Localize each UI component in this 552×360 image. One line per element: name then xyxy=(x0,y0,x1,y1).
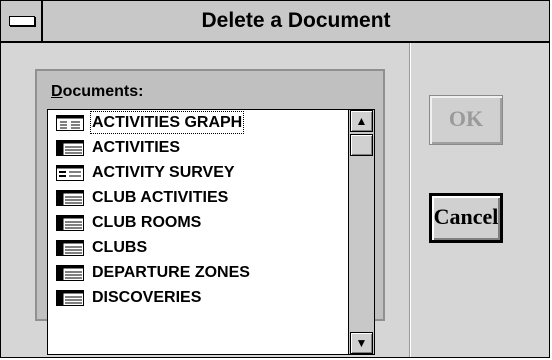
form-document-icon xyxy=(56,165,84,181)
scroll-thumb[interactable] xyxy=(350,134,373,156)
list-item-label: CLUB ACTIVITIES xyxy=(92,189,229,206)
documents-list: ACTIVITIES GRAPH ACTIVITIES ACTIVITY SUR… xyxy=(48,110,346,310)
delete-document-dialog: Delete a Document Documents: ACTIVITIES … xyxy=(0,0,550,358)
divider xyxy=(409,43,411,357)
graph-document-icon xyxy=(56,115,84,131)
list-item-label: ACTIVITY SURVEY xyxy=(92,164,235,181)
documents-label: Documents: xyxy=(51,83,144,100)
table-document-icon xyxy=(56,215,84,231)
title-bar: Delete a Document xyxy=(1,1,549,43)
list-item-label: CLUBS xyxy=(92,239,148,256)
list-item-label: DISCOVERIES xyxy=(92,289,202,306)
documents-listbox[interactable]: ACTIVITIES GRAPH ACTIVITIES ACTIVITY SUR… xyxy=(47,109,375,355)
list-item[interactable]: CLUB ACTIVITIES xyxy=(48,185,346,210)
list-item-label: ACTIVITIES xyxy=(92,139,181,156)
scroll-up-button[interactable]: ▲ xyxy=(350,110,373,132)
scroll-up-arrow-icon: ▲ xyxy=(355,114,368,128)
window-title: Delete a Document xyxy=(201,9,391,32)
table-document-icon xyxy=(56,290,84,306)
scroll-down-button[interactable]: ▼ xyxy=(350,332,373,354)
table-document-icon xyxy=(56,140,84,156)
list-item[interactable]: CLUB ROOMS xyxy=(48,210,346,235)
list-item-label: DEPARTURE ZONES xyxy=(92,264,250,281)
system-menu-button[interactable] xyxy=(1,1,43,41)
dialog-body: Documents: ACTIVITIES GRAPH ACTIVITIES A… xyxy=(1,43,549,357)
table-document-icon xyxy=(56,240,84,256)
list-item[interactable]: ACTIVITIES xyxy=(48,135,346,160)
vertical-scrollbar[interactable]: ▲ ▼ xyxy=(348,110,374,354)
table-document-icon xyxy=(56,265,84,281)
list-item[interactable]: ACTIVITIES GRAPH xyxy=(48,110,346,135)
list-item[interactable]: ACTIVITY SURVEY xyxy=(48,160,346,185)
system-menu-icon xyxy=(9,16,35,26)
list-item[interactable]: DISCOVERIES xyxy=(48,285,346,310)
table-document-icon xyxy=(56,190,84,206)
scroll-down-arrow-icon: ▼ xyxy=(355,336,368,350)
list-item[interactable]: DEPARTURE ZONES xyxy=(48,260,346,285)
cancel-button[interactable]: Cancel xyxy=(429,193,503,243)
list-item[interactable]: CLUBS xyxy=(48,235,346,260)
list-item-label: ACTIVITIES GRAPH xyxy=(89,110,245,135)
ok-button[interactable]: OK xyxy=(429,95,503,145)
list-item-label: CLUB ROOMS xyxy=(92,214,202,231)
